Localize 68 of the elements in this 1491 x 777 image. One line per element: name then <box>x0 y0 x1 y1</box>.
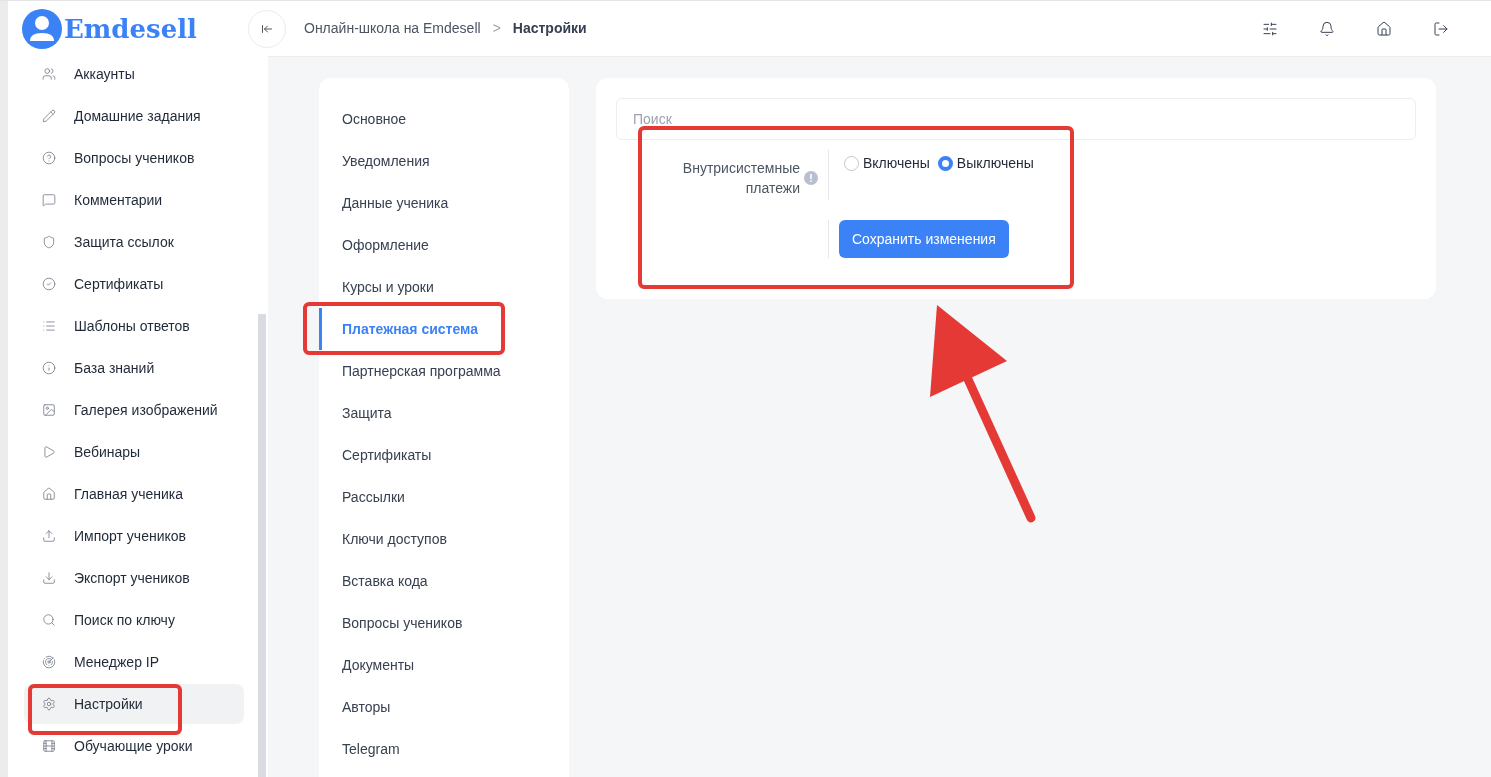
menu-icon <box>42 529 56 543</box>
menu-icon <box>42 67 56 81</box>
radio-option[interactable]: Включены <box>844 153 930 174</box>
settings-nav-item[interactable]: Платежная система <box>319 308 569 350</box>
settings-nav-item[interactable]: Вставка кода <box>319 560 569 602</box>
sidebar-item[interactable]: Вебинары <box>24 432 252 472</box>
settings-nav-item[interactable]: Telegram <box>319 728 569 770</box>
sidebar-item[interactable]: Обучающие уроки <box>24 726 252 766</box>
collapse-icon <box>261 22 273 35</box>
breadcrumb-current: Настройки <box>512 19 587 38</box>
settings-nav-item[interactable]: Уведомления <box>319 140 569 182</box>
bell-icon[interactable] <box>1319 20 1335 37</box>
menu-icon <box>42 571 56 585</box>
settings-nav-item[interactable]: Авторы <box>319 686 569 728</box>
search-field[interactable]: Поиск <box>616 98 1416 140</box>
settings-nav-item[interactable]: Основное <box>319 98 569 140</box>
sidebar-item[interactable]: Менеджер IP <box>24 642 252 682</box>
menu-icon <box>42 655 56 669</box>
menu-icon <box>42 193 56 207</box>
logo-text: Emdesell <box>64 16 197 42</box>
breadcrumb-separator: > <box>492 19 501 38</box>
settings-nav-item[interactable]: Курсы и уроки <box>319 266 569 308</box>
sidebar-item[interactable]: Настройки <box>24 684 244 724</box>
menu-icon <box>42 235 56 249</box>
settings-nav-item[interactable]: Рассылки <box>319 476 569 518</box>
radio-option[interactable]: Выключены <box>937 153 1034 174</box>
menu-icon <box>42 487 56 501</box>
sidebar-item[interactable]: Главная ученика <box>24 474 252 514</box>
sidebar-item[interactable]: Сертификаты <box>24 264 252 304</box>
settings-nav-item[interactable]: Защита <box>319 392 569 434</box>
setting-label: Внутрисистемные платежи <box>681 159 800 198</box>
radio-button[interactable] <box>937 156 953 171</box>
menu-icon <box>42 109 56 123</box>
settings-nav-item[interactable]: Вопросы учеников <box>319 602 569 644</box>
logo-icon <box>22 9 62 49</box>
sidebar-item[interactable]: Экспорт учеников <box>24 558 252 598</box>
menu-icon <box>42 151 56 165</box>
sidebar-item[interactable]: Аккаунты <box>24 54 252 94</box>
radio-button[interactable] <box>844 156 859 171</box>
menu-icon <box>42 739 56 753</box>
house-icon[interactable] <box>1376 20 1392 37</box>
sidebar-item[interactable]: Поиск по ключу <box>24 600 252 640</box>
settings-nav-item[interactable]: Партнерская программа <box>319 350 569 392</box>
sliders-icon[interactable] <box>1262 20 1278 37</box>
menu-icon <box>42 697 56 711</box>
sidebar-item[interactable]: База знаний <box>24 348 252 388</box>
sidebar-item[interactable]: Галерея изображений <box>24 390 252 430</box>
sidebar-item[interactable]: Импорт учеников <box>24 516 252 556</box>
menu-icon <box>42 319 56 333</box>
menu-icon <box>42 403 56 417</box>
settings-nav-item[interactable]: Данные ученика <box>319 182 569 224</box>
sidebar-item[interactable]: Домашние задания <box>24 96 252 136</box>
sidebar-item[interactable]: Шаблоны ответов <box>24 306 252 346</box>
settings-nav-item[interactable]: Оформление <box>319 224 569 266</box>
logout-icon[interactable] <box>1433 20 1449 37</box>
info-icon <box>804 171 818 185</box>
breadcrumb-link[interactable]: Онлайн-школа на Emdesell <box>304 18 481 39</box>
menu-icon <box>42 613 56 627</box>
sidebar-item[interactable]: Защита ссылок <box>24 222 252 262</box>
settings-nav-item[interactable]: Документы <box>319 644 569 686</box>
save-button[interactable]: Сохранить изменения <box>839 220 1009 258</box>
sidebar-item[interactable]: Комментарии <box>24 180 252 220</box>
settings-nav-item[interactable]: Ключи доступов <box>319 518 569 560</box>
menu-icon <box>42 277 56 291</box>
settings-nav-item[interactable]: Сертификаты <box>319 434 569 476</box>
sidebar-item[interactable]: Вопросы учеников <box>24 138 252 178</box>
menu-icon <box>42 445 56 459</box>
menu-icon <box>42 361 56 375</box>
